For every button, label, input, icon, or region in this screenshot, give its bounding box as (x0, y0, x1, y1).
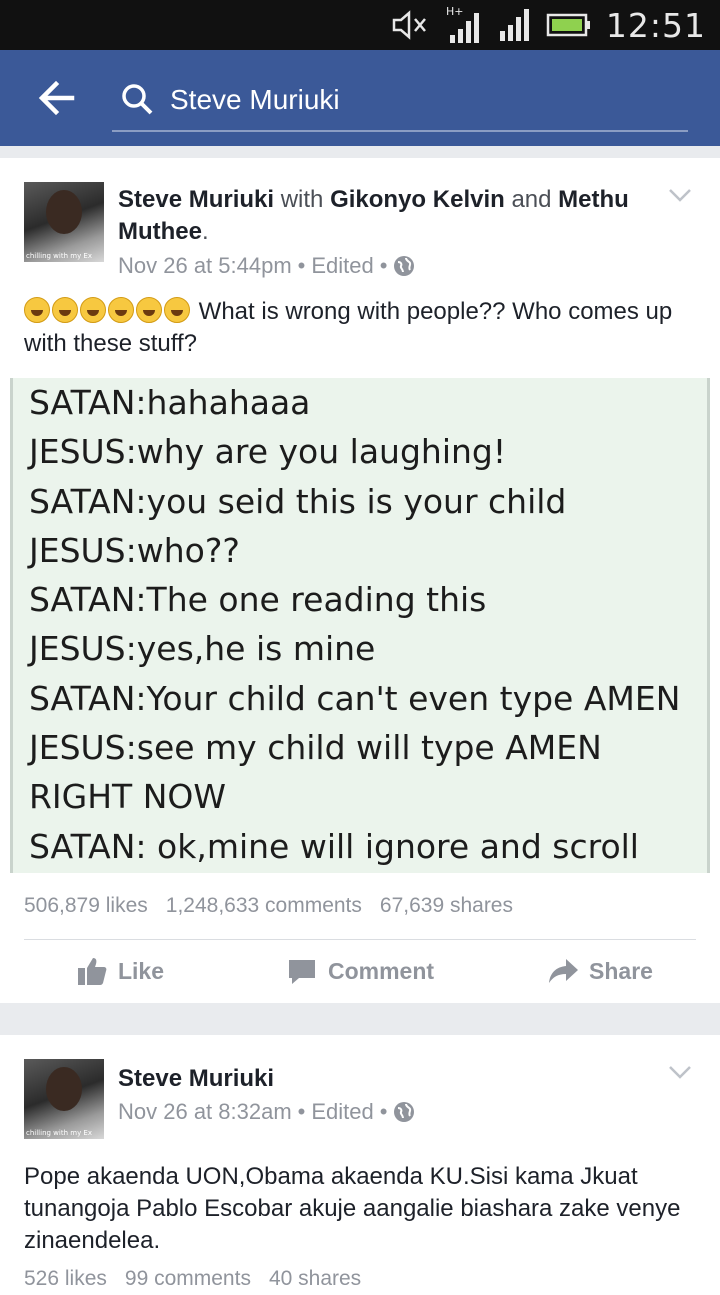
image-text-line: RIGHT NOW (29, 777, 226, 817)
post-body: Pope akaenda UON,Obama akaenda KU.Sisi k… (24, 1163, 681, 1254)
avatar-caption: chilling with my Ex (26, 252, 92, 260)
avatar-caption: chilling with my Ex (26, 1129, 92, 1137)
post-timestamp[interactable]: Nov 26 at 8:32am (118, 1099, 292, 1125)
post-stats: 526 likes 99 comments 40 shares (24, 1267, 361, 1291)
image-text-line: JESUS:who?? (29, 530, 240, 570)
avatar-face (46, 190, 82, 234)
author-name[interactable]: Steve Muriuki (118, 186, 274, 213)
thumbs-up-icon (77, 958, 107, 985)
shares-count[interactable]: 40 shares (269, 1267, 361, 1291)
like-button[interactable]: Like (0, 940, 240, 1002)
battery-icon (546, 13, 590, 37)
signal-h-plus-icon: H+ (446, 5, 479, 43)
image-text-line: JESUS:yes,he is mine (29, 629, 376, 669)
meta-separator: • (379, 1099, 388, 1124)
meta-separator: • (297, 253, 306, 278)
comment-icon (288, 960, 315, 984)
status-icons: H+ 12:51 (390, 0, 706, 50)
signal-bars-icon (499, 9, 529, 41)
with-word: with (280, 186, 324, 213)
clock: 12:51 (605, 5, 706, 45)
likes-count[interactable]: 526 likes (24, 1267, 107, 1291)
share-arrow-icon (549, 959, 579, 983)
action-bar: Like Comment Share (0, 940, 720, 1002)
avatar[interactable]: chilling with my Ex (24, 182, 104, 262)
image-text-line: SATAN:The one reading this (29, 580, 487, 620)
app-bar (0, 50, 720, 146)
grinning-emoji-icon (164, 297, 190, 323)
post-meta: Nov 26 at 8:32am • Edited • (118, 1099, 415, 1125)
share-label: Share (589, 957, 653, 984)
image-text-line: SATAN: ok,mine will ignore and scroll (29, 826, 639, 866)
post-card: chilling with my Ex Steve Muriuki with G… (0, 158, 720, 1003)
search-icon (122, 84, 153, 115)
tagged-user-1[interactable]: Gikonyo Kelvin (330, 186, 505, 213)
chevron-down-icon[interactable] (668, 188, 692, 202)
post-stats: 506,879 likes 1,248,633 comments 67,639 … (24, 894, 513, 918)
author-name[interactable]: Steve Muriuki (118, 1065, 274, 1092)
comment-label: Comment (327, 957, 435, 984)
image-text-line: JESUS:see my child will type AMEN (29, 728, 602, 768)
avatar-face (46, 1067, 82, 1111)
back-arrow-icon[interactable] (36, 78, 76, 118)
search-bar (112, 72, 688, 132)
post-image[interactable]: SATAN:hahahaaa JESUS:why are you laughin… (10, 378, 710, 873)
edited-label[interactable]: Edited (311, 253, 373, 279)
image-text-line: SATAN:Your child can't even type AMEN (29, 678, 681, 718)
grinning-emoji-icon (136, 297, 162, 323)
network-type-label: H+ (446, 5, 464, 18)
header-period: . (202, 218, 209, 245)
image-text-line: JESUS:why are you laughing! (29, 432, 507, 472)
likes-count[interactable]: 506,879 likes (24, 894, 148, 918)
and-word: and (511, 186, 552, 213)
meta-separator: • (297, 1099, 306, 1124)
grinning-emoji-icon (80, 297, 106, 323)
like-label: Like (117, 957, 165, 984)
post-meta: Nov 26 at 5:44pm • Edited • (118, 253, 415, 279)
post-card: chilling with my Ex Steve Muriuki Nov 26… (0, 1035, 720, 1295)
grinning-emoji-icon (52, 297, 78, 323)
image-text-line: SATAN:hahahaaa (29, 383, 311, 422)
share-button[interactable]: Share (480, 940, 720, 1002)
grinning-emoji-icon (108, 297, 134, 323)
grinning-emoji-icon (24, 297, 50, 323)
image-text-line: SATAN:you seid this is your child (29, 481, 567, 521)
mute-icon (392, 10, 426, 40)
post-timestamp[interactable]: Nov 26 at 5:44pm (118, 253, 292, 279)
comments-count[interactable]: 1,248,633 comments (166, 894, 362, 918)
meta-separator: • (379, 253, 388, 278)
globe-icon (394, 1102, 415, 1122)
shares-count[interactable]: 67,639 shares (380, 894, 513, 918)
post-text: What is wrong with people?? Who comes up… (24, 296, 696, 360)
status-bar: H+ 12:51 (0, 0, 720, 50)
comments-count[interactable]: 99 comments (125, 1267, 251, 1291)
post-header: Steve Muriuki (118, 1063, 638, 1095)
globe-icon (394, 256, 415, 276)
comment-button[interactable]: Comment (240, 940, 480, 1002)
avatar[interactable]: chilling with my Ex (24, 1059, 104, 1139)
edited-label[interactable]: Edited (311, 1099, 373, 1125)
chevron-down-icon[interactable] (668, 1065, 692, 1079)
post-header: Steve Muriuki with Gikonyo Kelvin and Me… (118, 184, 638, 248)
search-input[interactable] (168, 78, 672, 122)
